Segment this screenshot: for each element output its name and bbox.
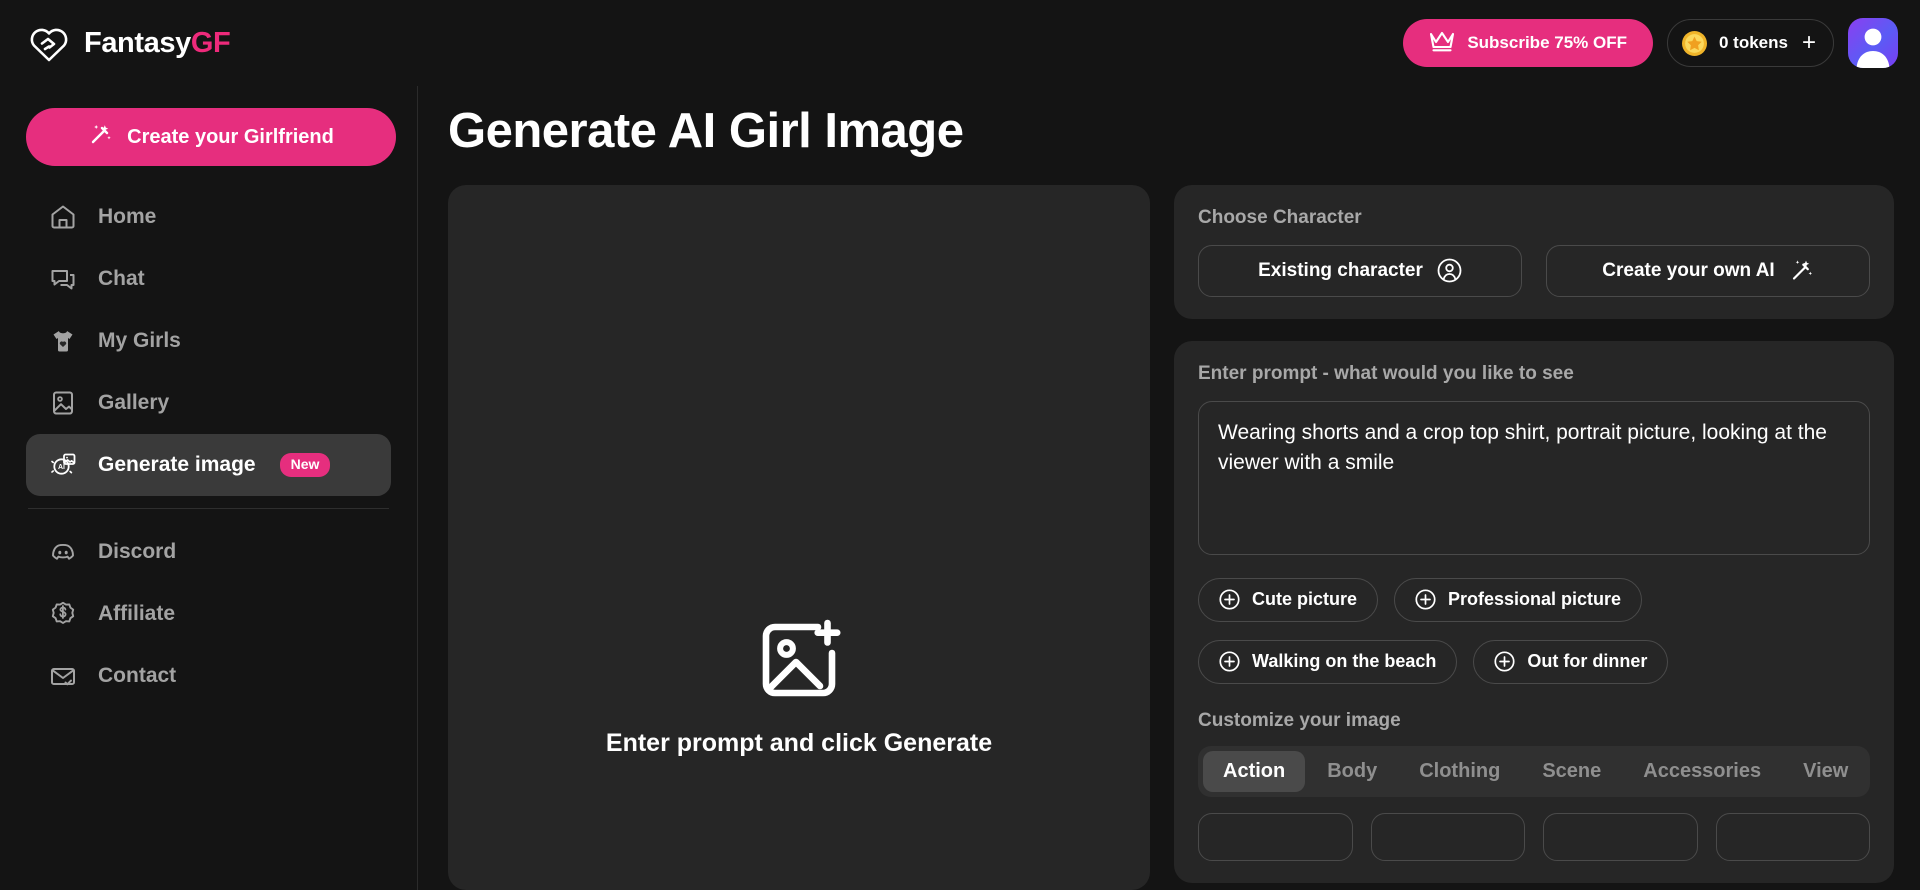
sidebar-item-my-girls[interactable]: My Girls: [26, 310, 391, 372]
prompt-suggestion-row-1: Cute picture Professional picture: [1198, 577, 1870, 622]
plus-circle-icon: [1494, 651, 1515, 672]
app-root: FantasyGF Subscribe 75% OFF 0 tokens + C…: [0, 0, 1920, 890]
existing-character-button[interactable]: Existing character: [1198, 244, 1522, 297]
create-girlfriend-button[interactable]: Create your Girlfriend: [26, 108, 396, 166]
tab-body[interactable]: Body: [1307, 751, 1397, 792]
sidebar-divider: [28, 508, 389, 509]
new-badge: New: [279, 453, 331, 477]
preview-placeholder-text: Enter prompt and click Generate: [605, 728, 993, 757]
header-actions: Subscribe 75% OFF 0 tokens +: [1403, 18, 1898, 68]
customize-option[interactable]: [1198, 812, 1353, 861]
tokens-button[interactable]: 0 tokens +: [1667, 19, 1834, 67]
prompt-label: Enter prompt - what would you like to se…: [1198, 362, 1574, 384]
tab-view[interactable]: View: [1783, 751, 1868, 792]
preview-empty-state: Enter prompt and click Generate: [606, 617, 992, 758]
suggestion-chip-label: Professional picture: [1448, 589, 1622, 610]
sidebar-item-home[interactable]: Home: [26, 186, 391, 248]
sidebar-item-chat[interactable]: Chat: [26, 248, 391, 310]
controls-column: Choose Character Existing character Crea…: [1174, 184, 1894, 890]
sidebar-item-label: Discord: [98, 540, 177, 563]
image-preview-panel: Enter prompt and click Generate: [448, 184, 1150, 890]
sidebar-item-label: Gallery: [98, 391, 170, 414]
tab-action[interactable]: Action: [1203, 750, 1306, 792]
customize-tab-bar: Action Body Clothing Scene Accessories V…: [1198, 745, 1870, 797]
top-header: FantasyGF Subscribe 75% OFF 0 tokens +: [0, 0, 1920, 86]
prompt-input[interactable]: [1198, 400, 1870, 555]
envelope-check-icon: [48, 661, 78, 691]
suggestion-chip[interactable]: Cute picture: [1198, 577, 1379, 622]
magic-wand-icon: [1789, 258, 1814, 283]
sidebar-item-affiliate[interactable]: Affiliate: [26, 583, 391, 645]
user-avatar[interactable]: [1848, 18, 1898, 68]
subscribe-button[interactable]: Subscribe 75% OFF: [1403, 19, 1653, 67]
tab-accessories[interactable]: Accessories: [1623, 751, 1781, 792]
customize-option[interactable]: [1543, 812, 1698, 861]
tab-clothing[interactable]: Clothing: [1399, 751, 1520, 792]
sidebar-item-gallery[interactable]: Gallery: [26, 372, 391, 434]
customize-option[interactable]: [1715, 812, 1870, 861]
sidebar: Create your Girlfriend Home Chat My Girl…: [0, 86, 418, 890]
discord-icon: [48, 537, 78, 567]
brand-logo[interactable]: FantasyGF: [28, 22, 231, 64]
brand-name-accent: GF: [190, 26, 231, 59]
brand-name-primary: Fantasy: [84, 26, 191, 59]
home-icon: [48, 202, 78, 232]
plus-circle-icon: [1219, 589, 1240, 610]
sidebar-item-discord[interactable]: Discord: [26, 521, 391, 583]
sidebar-item-label: My Girls: [98, 329, 181, 352]
customize-option[interactable]: [1370, 812, 1525, 861]
prompt-card: Enter prompt - what would you like to se…: [1174, 340, 1894, 883]
ai-image-icon: AI: [48, 450, 78, 480]
subscribe-label: Subscribe 75% OFF: [1467, 33, 1627, 52]
chat-bubbles-icon: [48, 264, 78, 294]
dress-heart-icon: [48, 326, 78, 356]
character-button-row: Existing character Create your own AI: [1198, 244, 1870, 297]
sidebar-item-label: Contact: [98, 664, 177, 687]
create-girlfriend-label: Create your Girlfriend: [127, 125, 334, 148]
suggestion-chip[interactable]: Out for dinner: [1473, 639, 1669, 684]
sidebar-item-label: Generate image: [98, 453, 256, 476]
add-image-icon: [756, 617, 842, 703]
customize-label: Customize your image: [1198, 709, 1401, 731]
existing-character-label: Existing character: [1258, 259, 1423, 281]
suggestion-chip-label: Cute picture: [1252, 589, 1358, 610]
suggestion-chip-label: Out for dinner: [1527, 651, 1648, 672]
sidebar-item-label: Affiliate: [98, 602, 176, 625]
brand-name: FantasyGF: [84, 26, 231, 59]
gallery-icon: [48, 388, 78, 418]
sidebar-item-label: Chat: [98, 267, 145, 290]
plus-circle-icon: [1219, 651, 1240, 672]
body-row: Create your Girlfriend Home Chat My Girl…: [0, 86, 1920, 890]
sidebar-nav: Home Chat My Girls Gallery AI Generate i…: [26, 186, 391, 707]
coin-star-icon: [1681, 30, 1708, 57]
suggestion-chip-label: Walking on the beach: [1252, 651, 1437, 672]
create-own-ai-label: Create your own AI: [1602, 259, 1775, 281]
crown-icon: [1429, 30, 1455, 57]
sidebar-item-label: Home: [98, 205, 157, 228]
create-own-ai-button[interactable]: Create your own AI: [1546, 244, 1870, 297]
choose-character-card: Choose Character Existing character Crea…: [1174, 184, 1894, 319]
suggestion-chip[interactable]: Walking on the beach: [1198, 639, 1458, 684]
page-title: Generate AI Girl Image: [448, 104, 964, 158]
customize-option-row: [1198, 812, 1870, 861]
dollar-badge-icon: [48, 599, 78, 629]
plus-circle-icon: [1415, 589, 1436, 610]
svg-text:AI: AI: [58, 464, 65, 471]
prompt-suggestion-row-2: Walking on the beach Out for dinner: [1198, 639, 1870, 684]
user-circle-icon: [1437, 258, 1462, 283]
content-grid: Enter prompt and click Generate Choose C…: [448, 184, 1894, 890]
suggestion-chip[interactable]: Professional picture: [1394, 577, 1643, 622]
tokens-label: 0 tokens: [1719, 33, 1788, 52]
sidebar-item-contact[interactable]: Contact: [26, 645, 391, 707]
heart-logo-icon: [28, 22, 70, 64]
main-content: Generate AI Girl Image Enter prompt and …: [418, 86, 1920, 890]
magic-wand-icon: [88, 122, 113, 153]
sidebar-item-generate-image[interactable]: AI Generate image New: [26, 434, 391, 496]
choose-character-label: Choose Character: [1198, 206, 1362, 228]
tab-scene[interactable]: Scene: [1522, 751, 1621, 792]
add-tokens-icon[interactable]: +: [1802, 31, 1816, 55]
